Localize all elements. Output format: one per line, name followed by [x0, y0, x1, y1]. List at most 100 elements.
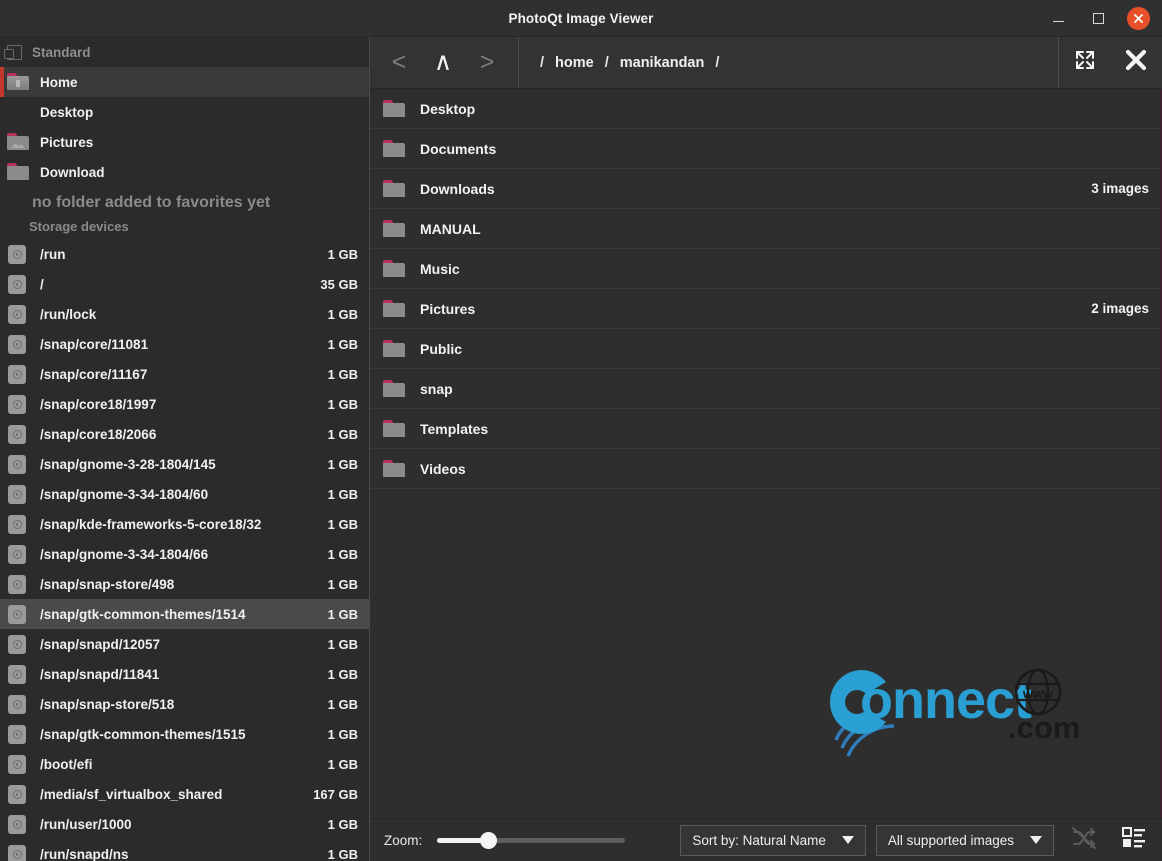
storage-device-size: 1 GB [327, 426, 358, 442]
storage-device-label: /snap/snapd/12057 [40, 636, 161, 652]
disk-icon [7, 275, 29, 294]
sidebar-item-desktop[interactable]: Desktop [0, 97, 369, 127]
file-row[interactable]: Templates [370, 409, 1162, 449]
main-panel: < ∧ > / home / manikandan / Desktop Docu… [370, 37, 1162, 861]
sidebar-item-download[interactable]: Download [0, 157, 369, 187]
storage-device-label: /run/lock [40, 306, 97, 322]
file-name: snap [420, 380, 453, 397]
toolbar-actions [1058, 37, 1162, 88]
sidebar-item-label: Pictures [40, 134, 94, 150]
file-row[interactable]: Documents [370, 129, 1162, 169]
storage-device-size: 1 GB [327, 756, 358, 772]
storage-device-size: 1 GB [327, 666, 358, 682]
file-row[interactable]: Videos [370, 449, 1162, 489]
storage-device-label: /snap/gnome-3-34-1804/60 [40, 486, 209, 502]
folder-download-icon [7, 163, 29, 181]
storage-device-row[interactable]: /snap/gtk-common-themes/1515 1 GB [0, 719, 369, 749]
file-row[interactable]: Desktop [370, 89, 1162, 129]
breadcrumb-separator: / [540, 54, 545, 71]
storage-device-row[interactable]: /snap/core18/1997 1 GB [0, 389, 369, 419]
sort-dropdown[interactable]: Sort by: Natural Name [680, 824, 866, 856]
maximize-button[interactable] [1085, 5, 1111, 31]
storage-device-row[interactable]: /snap/gnome-3-34-1804/60 1 GB [0, 479, 369, 509]
storage-device-size: 1 GB [327, 636, 358, 652]
file-row[interactable]: snap [370, 369, 1162, 409]
favorites-empty-text: no folder added to favorites yet [32, 194, 271, 211]
close-icon [1122, 46, 1150, 79]
sidebar-storage-header: Storage devices [29, 219, 129, 234]
storage-device-row[interactable]: /snap/snapd/11841 1 GB [0, 659, 369, 689]
folder-home-icon [7, 73, 29, 91]
filter-dropdown[interactable]: All supported images [875, 824, 1054, 856]
disk-icon [7, 605, 29, 624]
storage-device-row[interactable]: /snap/gtk-common-themes/1514 1 GB [0, 599, 369, 629]
slider-handle[interactable] [480, 832, 498, 849]
close-button[interactable] [1125, 5, 1151, 31]
storage-device-row[interactable]: / 35 GB [0, 269, 369, 299]
storage-device-row[interactable]: /snap/core/11081 1 GB [0, 329, 369, 359]
storage-device-row[interactable]: /snap/snapd/12057 1 GB [0, 629, 369, 659]
storage-device-size: 1 GB [327, 306, 358, 322]
storage-device-row[interactable]: /snap/core18/2066 1 GB [0, 419, 369, 449]
view-mode-button[interactable] [1114, 823, 1154, 857]
breadcrumb: / home / manikandan / [519, 37, 1058, 88]
shuffle-button[interactable] [1064, 823, 1104, 857]
forward-button[interactable]: > [470, 46, 504, 80]
storage-device-label: /snap/snap-store/498 [40, 576, 175, 592]
watermark-logo: onnect www .com [800, 656, 1100, 766]
folder-icon [383, 180, 405, 197]
disk-icon [7, 515, 29, 534]
storage-device-row[interactable]: /snap/core/11167 1 GB [0, 359, 369, 389]
file-list[interactable]: Desktop Documents Downloads 3 images MANUAL M… [370, 89, 1162, 818]
active-indicator [0, 67, 4, 97]
back-button[interactable]: < [382, 46, 416, 80]
svg-text:onnect: onnect [860, 670, 1032, 730]
sidebar-storage-list: /run 1 GB / 35 GB/run/lock 1 GB/snap/core/11… [0, 239, 369, 861]
storage-device-row[interactable]: /snap/kde-frameworks-5-core18/32 1 GB [0, 509, 369, 539]
file-row[interactable]: Pictures 2 images [370, 289, 1162, 329]
file-name: Videos [420, 460, 466, 477]
storage-device-row[interactable]: /run/snapd/ns 1 GB [0, 839, 369, 861]
zoom-slider[interactable] [437, 832, 626, 849]
file-row[interactable]: Music [370, 249, 1162, 289]
storage-device-row[interactable]: /snap/snap-store/498 1 GB [0, 569, 369, 599]
close-icon [1126, 6, 1150, 30]
sidebar-item-label: Home [40, 74, 78, 90]
storage-device-row[interactable]: /snap/gnome-3-34-1804/66 1 GB [0, 539, 369, 569]
storage-device-size: 1 GB [327, 456, 358, 472]
sidebar-item-pictures[interactable]: Pictures [0, 127, 369, 157]
storage-device-label: /snap/core18/1997 [40, 396, 157, 412]
storage-device-row[interactable]: /boot/efi 1 GB [0, 749, 369, 779]
sidebar-item-home[interactable]: Home [0, 67, 369, 97]
up-button[interactable]: ∧ [426, 46, 460, 80]
file-row[interactable]: Downloads 3 images [370, 169, 1162, 209]
disk-icon [7, 545, 29, 564]
folder-icon [383, 340, 405, 357]
minimize-button[interactable] [1045, 5, 1071, 31]
storage-device-size: 1 GB [327, 576, 358, 592]
storage-device-row[interactable]: /run 1 GB [0, 239, 369, 269]
storage-device-row[interactable]: /snap/snap-store/518 1 GB [0, 689, 369, 719]
fullscreen-button[interactable] [1058, 37, 1110, 88]
storage-device-size: 1 GB [327, 486, 358, 502]
disk-icon [7, 695, 29, 714]
file-name: MANUAL [420, 220, 481, 237]
storage-device-label: /boot/efi [40, 756, 93, 772]
folder-icon [383, 100, 405, 117]
breadcrumb-item[interactable]: home [547, 51, 602, 75]
storage-device-size: 1 GB [327, 366, 358, 382]
storage-device-row[interactable]: /snap/gnome-3-28-1804/145 1 GB [0, 449, 369, 479]
file-row[interactable]: Public [370, 329, 1162, 369]
breadcrumb-item[interactable]: manikandan [612, 51, 713, 75]
close-panel-button[interactable] [1110, 37, 1162, 88]
storage-device-size: 1 GB [327, 396, 358, 412]
folder-icon [383, 380, 405, 397]
storage-device-label: /run [40, 246, 66, 262]
file-row[interactable]: MANUAL [370, 209, 1162, 249]
folder-icon [383, 300, 405, 317]
fullscreen-icon [1073, 48, 1097, 77]
storage-device-row[interactable]: /run/user/1000 1 GB [0, 809, 369, 839]
storage-device-row[interactable]: /run/lock 1 GB [0, 299, 369, 329]
sidebar-standard-header[interactable]: Standard [0, 37, 369, 67]
storage-device-row[interactable]: /media/sf_virtualbox_shared 167 GB [0, 779, 369, 809]
